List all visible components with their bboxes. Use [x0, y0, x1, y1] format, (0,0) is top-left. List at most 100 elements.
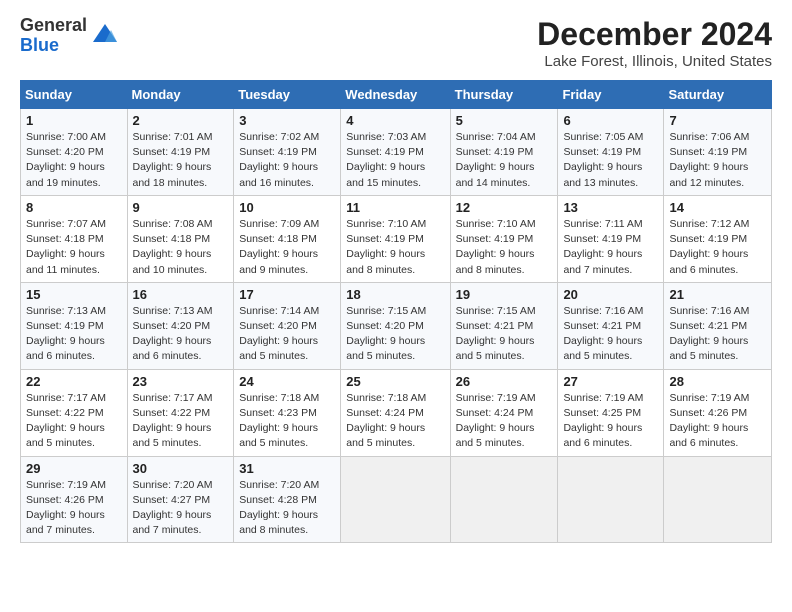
logo-blue: Blue [20, 35, 59, 55]
calendar-cell [664, 456, 772, 543]
day-number: 22 [26, 374, 122, 389]
day-of-week-monday: Monday [127, 81, 234, 109]
calendar-cell: 29 Sunrise: 7:19 AMSunset: 4:26 PMDayligh… [21, 456, 128, 543]
calendar-cell: 30Sunrise: 7:20 AMSunset: 4:27 PMDayligh… [127, 456, 234, 543]
calendar-cell: 26 Sunrise: 7:19 AMSunset: 4:24 PMDayligh… [450, 369, 558, 456]
day-number: 30 [133, 461, 229, 476]
calendar-cell: 14Sunrise: 7:12 AMSunset: 4:19 PMDayligh… [664, 195, 772, 282]
day-info: Sunrise: 7:03 AMSunset: 4:19 PMDaylight:… [346, 130, 444, 191]
calendar-cell: 31Sunrise: 7:20 AMSunset: 4:28 PMDayligh… [234, 456, 341, 543]
day-number: 31 [239, 461, 335, 476]
calendar-cell: 19 Sunrise: 7:15 AMSunset: 4:21 PMDayligh… [450, 282, 558, 369]
day-info: Sunrise: 7:04 AMSunset: 4:19 PMDaylight:… [456, 130, 553, 191]
calendar-cell: 8 Sunrise: 7:07 AMSunset: 4:18 PMDaylight… [21, 195, 128, 282]
logo: General Blue [20, 16, 119, 56]
calendar-week-1: 1 Sunrise: 7:00 AMSunset: 4:20 PMDaylight… [21, 109, 772, 196]
calendar-cell: 6 Sunrise: 7:05 AMSunset: 4:19 PMDaylight… [558, 109, 664, 196]
calendar-cell: 5 Sunrise: 7:04 AMSunset: 4:19 PMDaylight… [450, 109, 558, 196]
calendar-cell [450, 456, 558, 543]
calendar-week-2: 8 Sunrise: 7:07 AMSunset: 4:18 PMDaylight… [21, 195, 772, 282]
day-info: Sunrise: 7:01 AMSunset: 4:19 PMDaylight:… [133, 130, 229, 191]
day-info: Sunrise: 7:06 AMSunset: 4:19 PMDaylight:… [669, 130, 766, 191]
day-number: 10 [239, 200, 335, 215]
calendar-cell: 15Sunrise: 7:13 AMSunset: 4:19 PMDayligh… [21, 282, 128, 369]
day-number: 26 [456, 374, 553, 389]
day-info: Sunrise: 7:05 AMSunset: 4:19 PMDaylight:… [563, 130, 658, 191]
day-info: Sunrise: 7:19 AMSunset: 4:26 PMDaylight:… [669, 391, 766, 452]
calendar-cell: 25 Sunrise: 7:18 AMSunset: 4:24 PMDayligh… [341, 369, 450, 456]
day-info: Sunrise: 7:15 AMSunset: 4:21 PMDaylight:… [456, 304, 553, 365]
day-number: 27 [563, 374, 658, 389]
day-info: Sunrise: 7:12 AMSunset: 4:19 PMDaylight:… [669, 217, 766, 278]
day-of-week-tuesday: Tuesday [234, 81, 341, 109]
day-of-week-saturday: Saturday [664, 81, 772, 109]
calendar-cell: 17 Sunrise: 7:14 AMSunset: 4:20 PMDayligh… [234, 282, 341, 369]
day-number: 13 [563, 200, 658, 215]
day-info: Sunrise: 7:09 AMSunset: 4:18 PMDaylight:… [239, 217, 335, 278]
day-number: 16 [133, 287, 229, 302]
day-info: Sunrise: 7:17 AMSunset: 4:22 PMDaylight:… [133, 391, 229, 452]
day-number: 12 [456, 200, 553, 215]
day-number: 29 [26, 461, 122, 476]
day-of-week-wednesday: Wednesday [341, 81, 450, 109]
day-info: Sunrise: 7:19 AMSunset: 4:24 PMDaylight:… [456, 391, 553, 452]
calendar-cell: 10 Sunrise: 7:09 AMSunset: 4:18 PMDayligh… [234, 195, 341, 282]
calendar-cell [558, 456, 664, 543]
day-info: Sunrise: 7:02 AMSunset: 4:19 PMDaylight:… [239, 130, 335, 191]
calendar-week-3: 15Sunrise: 7:13 AMSunset: 4:19 PMDayligh… [21, 282, 772, 369]
page-subtitle: Lake Forest, Illinois, United States [537, 53, 772, 70]
calendar-table: SundayMondayTuesdayWednesdayThursdayFrid… [20, 80, 772, 543]
logo-icon [91, 22, 119, 50]
logo-general: General [20, 15, 87, 35]
page-title: December 2024 [537, 16, 772, 53]
calendar-cell: 2 Sunrise: 7:01 AMSunset: 4:19 PMDaylight… [127, 109, 234, 196]
calendar-week-5: 29 Sunrise: 7:19 AMSunset: 4:26 PMDayligh… [21, 456, 772, 543]
day-info: Sunrise: 7:14 AMSunset: 4:20 PMDaylight:… [239, 304, 335, 365]
day-number: 2 [133, 113, 229, 128]
calendar-cell: 20Sunrise: 7:16 AMSunset: 4:21 PMDayligh… [558, 282, 664, 369]
calendar-cell: 27 Sunrise: 7:19 AMSunset: 4:25 PMDayligh… [558, 369, 664, 456]
day-number: 28 [669, 374, 766, 389]
day-number: 6 [563, 113, 658, 128]
day-number: 18 [346, 287, 444, 302]
day-number: 25 [346, 374, 444, 389]
calendar-cell: 23 Sunrise: 7:17 AMSunset: 4:22 PMDayligh… [127, 369, 234, 456]
calendar-cell: 18Sunrise: 7:15 AMSunset: 4:20 PMDayligh… [341, 282, 450, 369]
calendar-cell: 11Sunrise: 7:10 AMSunset: 4:19 PMDayligh… [341, 195, 450, 282]
day-number: 17 [239, 287, 335, 302]
calendar-cell [341, 456, 450, 543]
calendar-cell: 13 Sunrise: 7:11 AMSunset: 4:19 PMDayligh… [558, 195, 664, 282]
calendar-cell: 9 Sunrise: 7:08 AMSunset: 4:18 PMDaylight… [127, 195, 234, 282]
days-of-week-row: SundayMondayTuesdayWednesdayThursdayFrid… [21, 81, 772, 109]
calendar-cell: 4 Sunrise: 7:03 AMSunset: 4:19 PMDaylight… [341, 109, 450, 196]
day-info: Sunrise: 7:11 AMSunset: 4:19 PMDaylight:… [563, 217, 658, 278]
calendar-week-4: 22 Sunrise: 7:17 AMSunset: 4:22 PMDayligh… [21, 369, 772, 456]
day-info: Sunrise: 7:18 AMSunset: 4:24 PMDaylight:… [346, 391, 444, 452]
day-number: 19 [456, 287, 553, 302]
day-info: Sunrise: 7:07 AMSunset: 4:18 PMDaylight:… [26, 217, 122, 278]
day-info: Sunrise: 7:19 AMSunset: 4:26 PMDaylight:… [26, 478, 122, 539]
title-block: December 2024 Lake Forest, Illinois, Uni… [537, 16, 772, 70]
day-number: 9 [133, 200, 229, 215]
calendar-cell: 21 Sunrise: 7:16 AMSunset: 4:21 PMDayligh… [664, 282, 772, 369]
day-info: Sunrise: 7:17 AMSunset: 4:22 PMDaylight:… [26, 391, 122, 452]
calendar-cell: 16Sunrise: 7:13 AMSunset: 4:20 PMDayligh… [127, 282, 234, 369]
day-number: 20 [563, 287, 658, 302]
day-number: 23 [133, 374, 229, 389]
day-info: Sunrise: 7:00 AMSunset: 4:20 PMDaylight:… [26, 130, 122, 191]
calendar-cell: 12Sunrise: 7:10 AMSunset: 4:19 PMDayligh… [450, 195, 558, 282]
day-of-week-thursday: Thursday [450, 81, 558, 109]
day-number: 3 [239, 113, 335, 128]
day-number: 5 [456, 113, 553, 128]
calendar-header: SundayMondayTuesdayWednesdayThursdayFrid… [21, 81, 772, 109]
day-number: 21 [669, 287, 766, 302]
day-number: 4 [346, 113, 444, 128]
day-info: Sunrise: 7:08 AMSunset: 4:18 PMDaylight:… [133, 217, 229, 278]
day-number: 8 [26, 200, 122, 215]
day-info: Sunrise: 7:16 AMSunset: 4:21 PMDaylight:… [669, 304, 766, 365]
day-number: 24 [239, 374, 335, 389]
day-info: Sunrise: 7:19 AMSunset: 4:25 PMDaylight:… [563, 391, 658, 452]
calendar-cell: 22 Sunrise: 7:17 AMSunset: 4:22 PMDayligh… [21, 369, 128, 456]
day-number: 1 [26, 113, 122, 128]
day-info: Sunrise: 7:10 AMSunset: 4:19 PMDaylight:… [346, 217, 444, 278]
